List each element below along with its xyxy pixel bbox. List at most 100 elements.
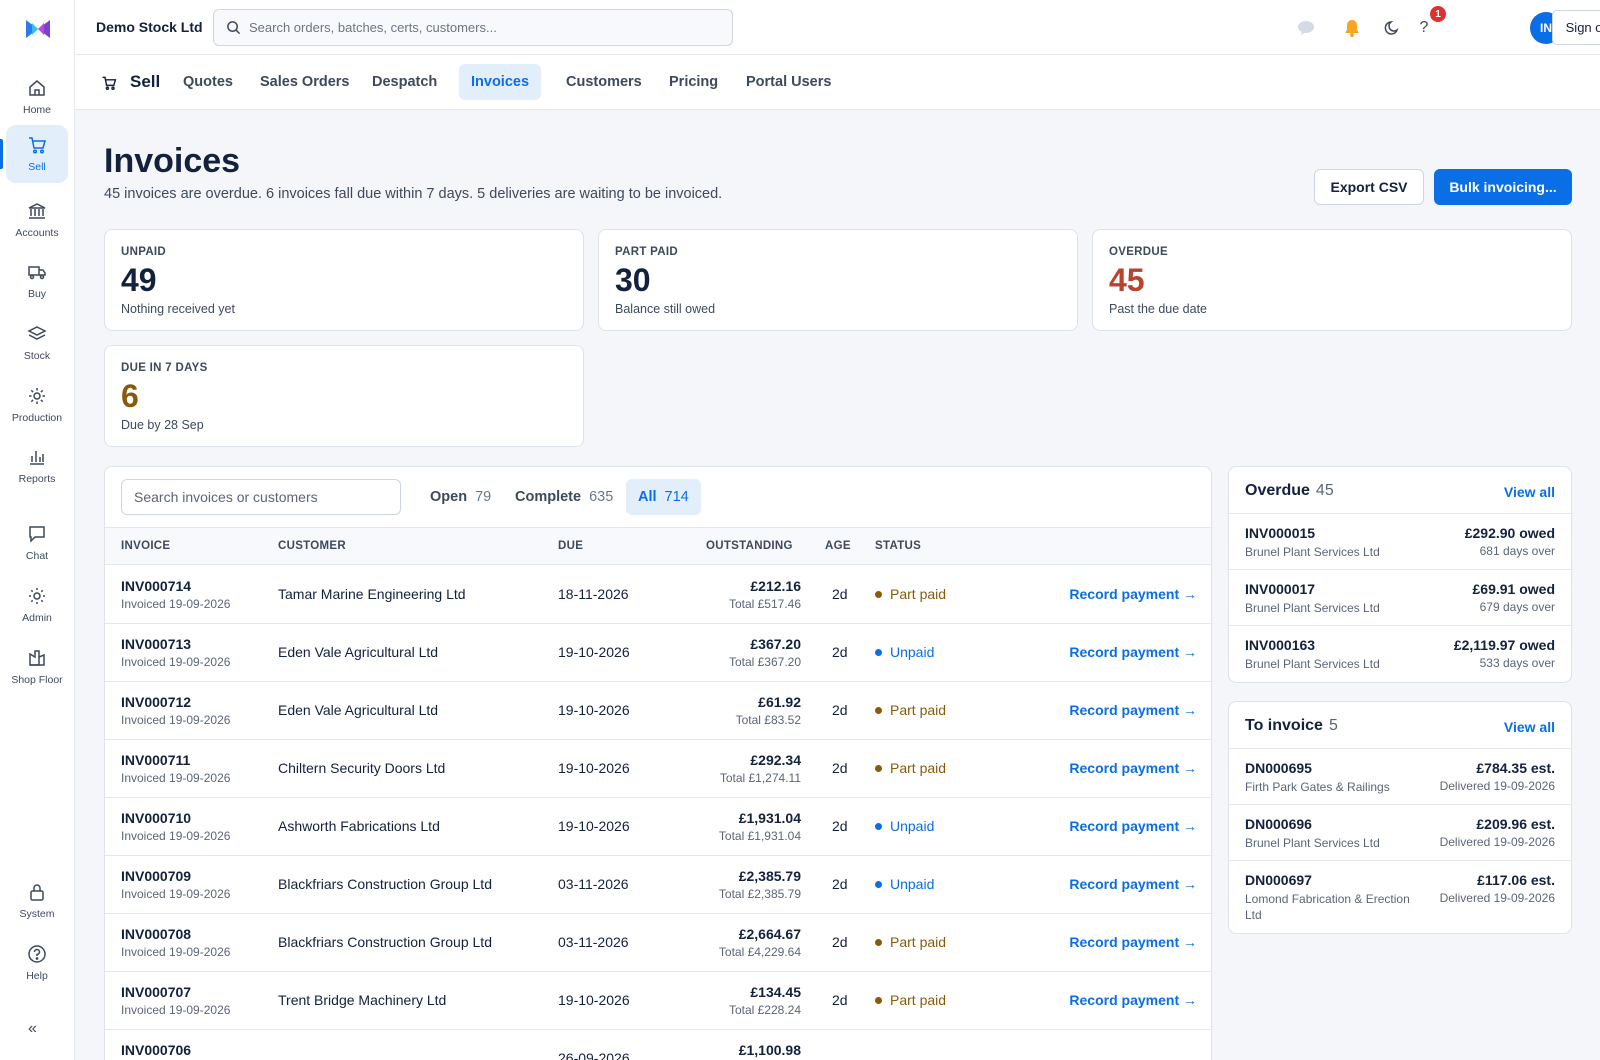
item-id: DN000696 bbox=[1245, 816, 1312, 832]
table-row[interactable]: INV000711 Invoiced 19-09-2026 Chiltern Sec… bbox=[105, 739, 1211, 798]
sidebar-item-label: Home bbox=[22, 104, 51, 116]
help-icon[interactable]: ? bbox=[1413, 17, 1435, 39]
overdue-list-item[interactable]: INV000017 Brunel Plant Services Ltd £69.91… bbox=[1229, 570, 1571, 626]
global-search[interactable] bbox=[213, 9, 733, 46]
record-payment-link[interactable]: Record payment → bbox=[1069, 586, 1197, 602]
bell-icon[interactable] bbox=[1341, 17, 1363, 39]
invoice-search-input[interactable] bbox=[121, 479, 401, 515]
invoice-id: INV000711 bbox=[121, 752, 191, 768]
status-badge: Unpaid bbox=[875, 644, 934, 660]
page-summary: 45 invoices are overdue. 6 invoices fall… bbox=[104, 186, 723, 202]
record-payment-link[interactable]: Record payment → bbox=[1069, 644, 1197, 660]
record-payment-link[interactable]: Record payment → bbox=[1069, 992, 1197, 1008]
panel-header: Overdue 45 View all bbox=[1229, 467, 1571, 514]
table-row[interactable]: INV000714 Invoiced 19-09-2026 Tamar Marine… bbox=[105, 565, 1211, 624]
table-row[interactable]: INV000709 Invoiced 19-09-2026 Blackfriars … bbox=[105, 855, 1211, 914]
sun-icon bbox=[29, 588, 45, 604]
view-all-overdue-link[interactable]: View all bbox=[1504, 484, 1555, 500]
sign-out-button[interactable]: Sign out bbox=[1552, 10, 1600, 45]
table-row[interactable]: INV000708 Invoiced 19-09-2026 Blackfriars … bbox=[105, 913, 1211, 972]
sidebar-item-system[interactable]: System bbox=[6, 872, 68, 930]
record-payment-link[interactable]: Record payment → bbox=[1069, 760, 1197, 776]
sidebar-item-chat[interactable]: Chat bbox=[6, 514, 68, 572]
record-payment-link[interactable]: Record payment → bbox=[1069, 818, 1197, 834]
invoice-date: Invoiced 19-09-2026 bbox=[121, 597, 231, 611]
sidebar-item-admin[interactable]: Admin bbox=[6, 576, 68, 634]
table-row[interactable]: INV000710 Invoiced 19-09-2026 Ashworth Fab… bbox=[105, 797, 1211, 856]
record-payment-link[interactable]: Record payment → bbox=[1069, 876, 1197, 892]
global-search-input[interactable] bbox=[249, 20, 709, 35]
to-invoice-list-item[interactable]: DN000696 Brunel Plant Services Ltd £209.96… bbox=[1229, 805, 1571, 861]
tab-despatch[interactable]: Despatch bbox=[360, 64, 449, 100]
invoice-date: Invoiced 19-09-2026 bbox=[121, 887, 231, 901]
sidebar-item-label: Sell bbox=[28, 161, 46, 173]
item-amount: £117.06 est. bbox=[1477, 872, 1555, 888]
stat-card-part-paid[interactable]: PART PAID 30 Balance still owed bbox=[598, 229, 1078, 331]
tab-portal-users[interactable]: Portal Users bbox=[734, 64, 843, 100]
sidebar-item-production[interactable]: Production bbox=[6, 376, 68, 434]
moon-icon[interactable] bbox=[1381, 17, 1403, 39]
sidebar-item-shop-floor[interactable]: Shop Floor bbox=[6, 638, 68, 696]
sidebar-item-stock[interactable]: Stock bbox=[6, 314, 68, 372]
invoice-total: Total £1,931.04 bbox=[718, 829, 801, 843]
sidebar-item-reports[interactable]: Reports bbox=[6, 437, 68, 495]
item-id: DN000695 bbox=[1245, 760, 1312, 776]
filter-open[interactable]: Open 79 bbox=[418, 479, 503, 515]
collapse-sidebar-button[interactable]: « bbox=[28, 1020, 37, 1038]
table-row[interactable]: INV000706 26-09-2026 £1,100.98 bbox=[105, 1029, 1211, 1060]
app-logo[interactable] bbox=[24, 17, 52, 41]
table-row[interactable]: INV000713 Invoiced 19-09-2026 Eden Vale Ag… bbox=[105, 623, 1211, 682]
status-badge: Unpaid bbox=[875, 876, 934, 892]
record-payment-link[interactable]: Record payment → bbox=[1069, 702, 1197, 718]
sidebar-item-home[interactable]: Home bbox=[6, 68, 68, 126]
view-all-to-invoice-link[interactable]: View all bbox=[1504, 719, 1555, 735]
to-invoice-list-item[interactable]: DN000697 Lomond Fabrication & Erection Lt… bbox=[1229, 861, 1571, 933]
column-header-customer[interactable]: CUSTOMER bbox=[278, 540, 346, 552]
tab-sales-orders[interactable]: Sales Orders bbox=[248, 64, 361, 100]
tab-invoices[interactable]: Invoices bbox=[459, 64, 542, 100]
stat-label: DUE IN 7 DAYS bbox=[121, 362, 208, 374]
status-label: Unpaid bbox=[890, 876, 935, 892]
record-payment-link[interactable]: Record payment → bbox=[1069, 934, 1197, 950]
sidebar-item-accounts[interactable]: Accounts bbox=[6, 191, 68, 249]
sidebar-item-buy[interactable]: Buy bbox=[6, 252, 68, 310]
messages-icon[interactable] bbox=[1295, 17, 1317, 39]
invoice-age: 2d bbox=[832, 644, 848, 660]
lock-icon bbox=[30, 884, 44, 901]
tab-quotes[interactable]: Quotes bbox=[171, 64, 245, 100]
filter-count: 79 bbox=[475, 489, 492, 505]
due-date: 19-10-2026 bbox=[558, 992, 630, 1008]
table-row[interactable]: INV000707 Invoiced 19-09-2026 Trent Bridge… bbox=[105, 971, 1211, 1030]
tab-customers[interactable]: Customers bbox=[554, 64, 654, 100]
table-row[interactable]: INV000712 Invoiced 19-09-2026 Eden Vale Ag… bbox=[105, 681, 1211, 740]
filter-complete[interactable]: Complete 635 bbox=[503, 479, 625, 515]
column-header-invoice[interactable]: INVOICE bbox=[121, 540, 170, 552]
cart-icon bbox=[102, 76, 117, 90]
filter-all[interactable]: All 714 bbox=[626, 479, 701, 515]
invoice-id: INV000712 bbox=[121, 694, 192, 710]
outstanding-amount: £292.34 bbox=[750, 752, 801, 768]
stat-card-overdue[interactable]: OVERDUE 45 Past the due date bbox=[1092, 229, 1572, 331]
customer-name: Trent Bridge Machinery Ltd bbox=[278, 992, 447, 1008]
column-header-age[interactable]: AGE bbox=[825, 540, 851, 552]
column-header-status[interactable]: STATUS bbox=[875, 540, 921, 552]
column-header-due[interactable]: DUE bbox=[558, 540, 583, 552]
stat-card-unpaid[interactable]: UNPAID 49 Nothing received yet bbox=[104, 229, 584, 331]
overdue-list-item[interactable]: INV000015 Brunel Plant Services Ltd £292.9… bbox=[1229, 514, 1571, 570]
company-name[interactable]: Demo Stock Ltd bbox=[96, 19, 203, 35]
sidebar-item-sell[interactable]: Sell bbox=[6, 125, 68, 183]
factory-icon bbox=[29, 650, 45, 666]
overdue-list-item[interactable]: INV000163 Brunel Plant Services Ltd £2,119… bbox=[1229, 626, 1571, 682]
to-invoice-list-item[interactable]: DN000695 Firth Park Gates & Railings £784.… bbox=[1229, 749, 1571, 805]
export-csv-button[interactable]: Export CSV bbox=[1314, 169, 1424, 205]
chat-icon bbox=[29, 526, 45, 543]
invoice-total: Total £367.20 bbox=[728, 655, 801, 669]
stat-value: 45 bbox=[1109, 262, 1145, 298]
sidebar-item-label: Admin bbox=[22, 612, 52, 624]
bulk-invoicing-button[interactable]: Bulk invoicing... bbox=[1434, 169, 1572, 205]
tab-pricing[interactable]: Pricing bbox=[657, 64, 730, 100]
sidebar-item-help[interactable]: Help bbox=[6, 934, 68, 992]
invoice-total: Total £83.52 bbox=[735, 713, 801, 727]
column-header-outstanding[interactable]: OUTSTANDING bbox=[706, 540, 793, 552]
stat-card-due-in-7-days[interactable]: DUE IN 7 DAYS 6 Due by 28 Sep bbox=[104, 345, 584, 447]
